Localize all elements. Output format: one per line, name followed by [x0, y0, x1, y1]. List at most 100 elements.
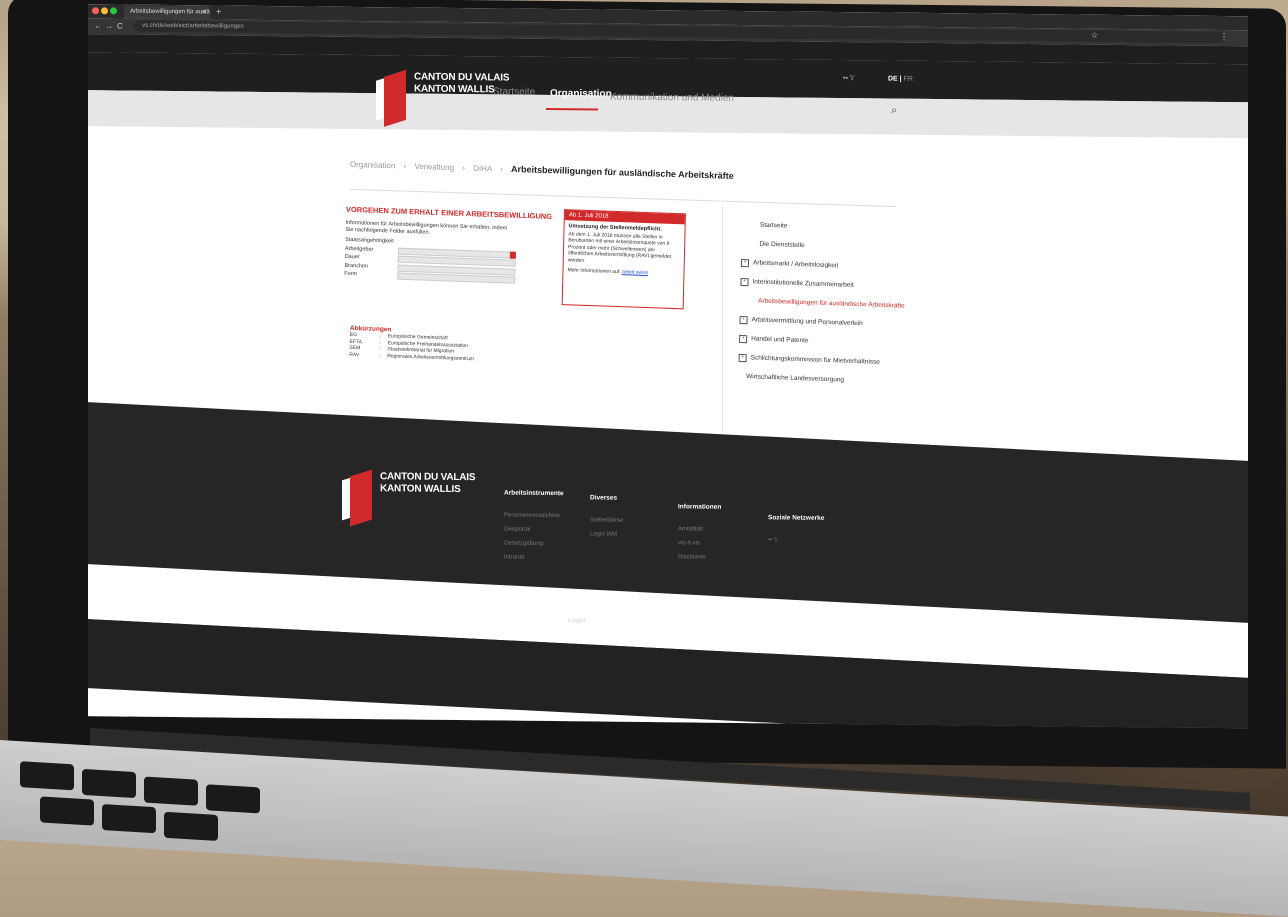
expand-icon[interactable]: +	[740, 277, 749, 287]
permit-form: VORGEHEN ZUM ERHALT EINER ARBEITSBEWILLI…	[344, 204, 553, 312]
footer-logo[interactable]: CANTON DU VALAIS KANTON WALLIS	[342, 465, 475, 527]
keyboard-key	[82, 768, 136, 799]
nav-organisation[interactable]: Organisation	[550, 88, 612, 100]
logo-text-line2: KANTON WALLIS	[380, 483, 461, 496]
sidebar-item-dienststelle[interactable]: Die Dienststelle	[741, 240, 921, 254]
footer-col-title: Diverses	[590, 494, 618, 502]
breadcrumb-separator: ›	[500, 164, 503, 174]
back-icon[interactable]: ←	[94, 21, 102, 30]
field-label: Arbeitgeber	[344, 245, 374, 253]
social-icons[interactable]: •• 𝕐	[843, 74, 855, 82]
abbr-colon: :	[379, 352, 381, 359]
footer-col-informationen: Informationen Amtsblatt vis-à-vis Discla…	[678, 500, 721, 564]
dropdown-toggle-button[interactable]	[509, 251, 516, 259]
abbr-colon: :	[379, 346, 381, 353]
footer-link[interactable]: Intranet	[504, 551, 564, 566]
abbr-key: RAV	[349, 351, 360, 358]
breadcrumb-separator: ›	[462, 163, 466, 173]
browser-menu-icon[interactable]: ⋮	[1220, 32, 1228, 41]
footer-col-arbeitsinstrumente: Arbeitsinstrumente Personenverzeichnis G…	[504, 487, 564, 566]
breadcrumb-diha[interactable]: DIHA	[473, 164, 492, 174]
expand-icon[interactable]: +	[739, 334, 748, 344]
canton-logo[interactable]: CANTON DU VALAIS KANTON WALLIS	[376, 65, 509, 127]
login-link[interactable]: Login	[568, 617, 586, 624]
search-icon[interactable]: ⌕	[891, 105, 897, 118]
footer-col-social: Soziale Netzwerke •• 𝕐	[768, 511, 824, 548]
sidebar-item-handel[interactable]: + Handel und Patente	[739, 334, 919, 349]
expand-icon[interactable]: +	[740, 258, 750, 268]
keyboard-key	[206, 784, 260, 814]
browser-tab[interactable]: Arbeitsbewilligungen für auslä ×	[124, 5, 210, 20]
breadcrumb-verwaltung[interactable]: Verwaltung	[414, 162, 454, 172]
field-label: Form	[344, 270, 358, 278]
sidebar-item-startseite[interactable]: Startseite	[742, 221, 922, 235]
sidebar-item-arbeitsvermittlung[interactable]: + Arbeitsvermittlung und Personalverleih	[739, 315, 919, 330]
sidebar-item-landesversorgung[interactable]: Wirtschaftliche Landesversorgung	[738, 373, 918, 387]
nav-startseite[interactable]: Startseite	[493, 86, 535, 97]
tab-close-icon[interactable]: ×	[202, 6, 206, 19]
sidebar-item-label: Startseite	[759, 221, 788, 230]
sidebar-item-label: Arbeitsvermittlung und Personalverleih	[751, 316, 863, 328]
sidebar-nav: Startseite Die Dienststelle + Arbeitsmark…	[738, 221, 922, 398]
footer-col-title: Soziale Netzwerke	[768, 514, 825, 522]
language-switcher[interactable]: DE | FR	[888, 76, 913, 83]
footer-link[interactable]: Login IAM	[590, 527, 623, 541]
abbr-colon: :	[379, 332, 382, 339]
breadcrumb: Organisation › Verwaltung › DIHA › Arbei…	[350, 159, 734, 181]
social-icons[interactable]: •• 𝕐	[768, 533, 824, 548]
sidebar-item-label: Interinstitutionelle Zusammenarbeit	[752, 278, 854, 289]
notice-link[interactable]: arbeit.swiss	[622, 269, 648, 276]
expand-icon[interactable]: +	[738, 353, 747, 363]
sidebar-item-zusammenarbeit[interactable]: + Interinstitutionelle Zusammenarbeit	[740, 277, 920, 292]
footer-link[interactable]: Gesetzgebung	[504, 537, 564, 552]
form-title: VORGEHEN ZUM ERHALT EINER ARBEITSBEWILLI…	[345, 204, 553, 222]
tab-title: Arbeitsbewilligungen für auslä	[130, 8, 210, 16]
abbr-key: EG	[349, 331, 358, 339]
logo-text-line2: KANTON WALLIS	[414, 83, 495, 96]
keyboard-key	[20, 761, 74, 791]
footer-link[interactable]: vis-à-vis	[678, 536, 721, 550]
browser-window: Arbeitsbewilligungen für auslä × + ← → C…	[88, 4, 1248, 729]
logo-flag-red	[384, 69, 406, 127]
maximize-window-icon[interactable]	[110, 7, 117, 15]
footer-link[interactable]: Disclaimer	[678, 550, 721, 564]
sidebar-item-label: Schlichtungskommission für Mietverhältni…	[750, 354, 881, 366]
field-label: Branchen	[344, 262, 369, 270]
sidebar-item-schlichtung[interactable]: + Schlichtungskommission für Mietverhältn…	[738, 353, 919, 368]
footer-link[interactable]: Stellenbörse	[590, 513, 623, 527]
nav-kommunikation[interactable]: Kommunikation und Medien	[610, 92, 734, 104]
logo-text-line1: CANTON DU VALAIS	[414, 71, 510, 84]
forward-icon[interactable]: →	[105, 21, 113, 30]
bookmark-star-icon[interactable]: ☆	[1091, 31, 1098, 40]
notice-more-text: Mehr Informationen auf:	[567, 267, 623, 276]
sidebar-item-label: Wirtschaftliche Landesversorgung	[746, 373, 845, 384]
sidebar-item-label: Arbeitsmarkt / Arbeitslosigkeit	[752, 259, 839, 270]
abbr-key: EFTA	[349, 338, 363, 345]
footer-link[interactable]: Geoportal	[504, 523, 564, 538]
breadcrumb-divider	[349, 188, 895, 208]
minimize-window-icon[interactable]	[101, 7, 108, 15]
notice-box: Ab 1. Juli 2018 Umsetzung der Stellenmel…	[561, 209, 686, 310]
logo-flag-red	[350, 469, 372, 527]
lang-de[interactable]: DE	[888, 76, 898, 83]
footer-link[interactable]: Amtsblatt	[678, 522, 721, 536]
footer-col-diverses: Diverses Stellenbörse Login IAM	[590, 491, 623, 541]
reload-icon[interactable]: C	[117, 21, 123, 30]
footer-col-title: Informationen	[678, 503, 722, 511]
keyboard-key	[144, 776, 198, 806]
expand-icon[interactable]: +	[739, 315, 748, 325]
new-tab-button[interactable]: +	[216, 5, 221, 18]
sidebar-item-label: Arbeitsbewilligungen für ausländische Ar…	[757, 297, 905, 310]
sidebar-item-arbeitsbewilligungen[interactable]: Arbeitsbewilligungen für ausländische Ar…	[740, 297, 920, 311]
breadcrumb-organisation[interactable]: Organisation	[350, 160, 396, 170]
lang-fr[interactable]: FR	[904, 76, 913, 83]
abbr-key: SEM	[349, 345, 361, 352]
keyboard-key	[164, 811, 218, 841]
sidebar-item-arbeitsmarkt[interactable]: + Arbeitsmarkt / Arbeitslosigkeit	[740, 258, 921, 273]
laptop-bezel: Arbeitsbewilligungen für auslä × + ← → C…	[8, 0, 1286, 769]
close-window-icon[interactable]	[92, 7, 99, 15]
abbr-colon: :	[379, 339, 382, 346]
footer-link[interactable]: Personenverzeichnis	[504, 509, 564, 524]
footer-col-title: Arbeitsinstrumente	[504, 489, 564, 498]
abbreviations: Abkürzungen EG: Europäische Gemeinschaft …	[349, 325, 520, 364]
